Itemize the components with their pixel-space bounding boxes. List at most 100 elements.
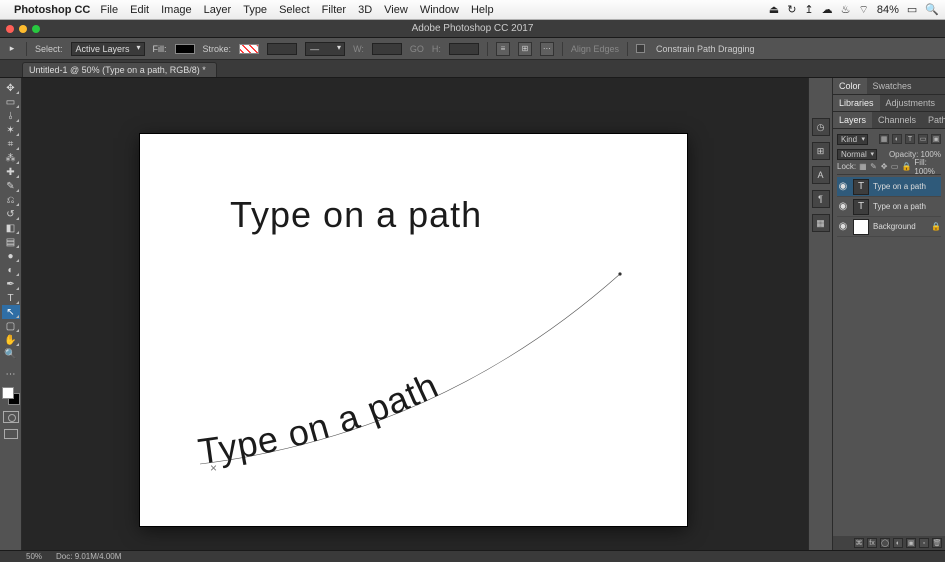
foreground-background-colors[interactable] [2, 387, 20, 405]
adjustment-layer-icon[interactable]: ◐ [893, 538, 903, 548]
healing-tool[interactable]: ✚ [2, 165, 20, 179]
filter-pixel-icon[interactable]: ▦ [879, 134, 889, 144]
tab-paths[interactable]: Paths [922, 112, 945, 128]
menu-view[interactable]: View [384, 4, 408, 16]
marquee-tool[interactable]: ▭ [2, 95, 20, 109]
lock-position-icon[interactable]: ✥ [880, 162, 888, 172]
blur-tool[interactable]: ● [2, 249, 20, 263]
window-minimize-button[interactable] [19, 25, 27, 33]
window-zoom-button[interactable] [32, 25, 40, 33]
gradient-tool[interactable]: ▤ [2, 235, 20, 249]
stroke-width-field[interactable] [267, 43, 297, 55]
menu-layer[interactable]: Layer [204, 4, 232, 16]
visibility-toggle-icon[interactable]: ◉ [837, 221, 849, 232]
wifi-icon[interactable]: ⌔ [859, 3, 869, 17]
path-anchor-point[interactable] [618, 272, 621, 275]
lock-all-icon[interactable]: 🔒 [901, 162, 911, 172]
path-selection-tool[interactable]: ↖ [2, 305, 20, 319]
eraser-tool[interactable]: ◧ [2, 221, 20, 235]
height-field[interactable] [449, 43, 479, 55]
history-panel-icon[interactable]: ◷ [812, 118, 830, 136]
lock-transparency-icon[interactable]: ▦ [859, 162, 867, 172]
zoom-level[interactable]: 50% [26, 552, 42, 561]
layer-name[interactable]: Type on a path [873, 202, 941, 211]
path-arrange-icon[interactable]: ⊞ [518, 42, 532, 56]
link-layers-icon[interactable]: ⌘ [854, 538, 864, 548]
blend-mode-dropdown[interactable]: Normal [837, 149, 877, 160]
cloud-icon[interactable]: ☁ [822, 3, 833, 16]
menu-help[interactable]: Help [471, 4, 494, 16]
move-tool[interactable]: ✥ [2, 81, 20, 95]
screen-mode-icon[interactable] [4, 429, 18, 439]
canvas-area[interactable]: Type on a path Type on a path × [22, 78, 808, 550]
tab-color[interactable]: Color [833, 78, 867, 94]
new-layer-icon[interactable]: ▫ [919, 538, 929, 548]
layer-row[interactable]: ◉ Background 🔒 [837, 217, 941, 237]
menu-filter[interactable]: Filter [322, 4, 346, 16]
app-name[interactable]: Photoshop CC [14, 4, 90, 16]
visibility-toggle-icon[interactable]: ◉ [837, 201, 849, 212]
menu-window[interactable]: Window [420, 4, 459, 16]
layer-mask-icon[interactable]: ◯ [880, 538, 890, 548]
fill-swatch[interactable] [175, 44, 195, 54]
select-dropdown[interactable]: Active Layers [71, 42, 145, 56]
layer-name[interactable]: Type on a path [873, 182, 941, 191]
crop-tool[interactable]: ⌗ [2, 137, 20, 151]
pen-tool[interactable]: ✒ [2, 277, 20, 291]
stamp-tool[interactable]: ⎌ [2, 193, 20, 207]
tab-libraries[interactable]: Libraries [833, 95, 880, 111]
properties-panel-icon[interactable]: ⊞ [812, 142, 830, 160]
layer-filter-kind[interactable]: Kind [837, 134, 868, 145]
layer-name[interactable]: Background [873, 222, 927, 231]
brush-tool[interactable]: ✎ [2, 179, 20, 193]
lasso-tool[interactable]: ⫰ [2, 109, 20, 123]
paragraph-panel-icon[interactable]: ¶ [812, 190, 830, 208]
droplet-icon[interactable]: ♨ [841, 3, 851, 16]
lock-pixels-icon[interactable]: ✎ [870, 162, 878, 172]
spotlight-icon[interactable]: 🔍 [925, 3, 939, 16]
tab-channels[interactable]: Channels [872, 112, 922, 128]
doc-size-info[interactable]: Doc: 9.01M/4.00M [56, 552, 121, 561]
type-tool[interactable]: T [2, 291, 20, 305]
layer-fx-icon[interactable]: fx [867, 538, 877, 548]
layer-row[interactable]: ◉ T Type on a path [837, 197, 941, 217]
menu-type[interactable]: Type [243, 4, 267, 16]
width-field[interactable] [372, 43, 402, 55]
fill-opacity-value[interactable]: 100% [914, 167, 934, 176]
menu-image[interactable]: Image [161, 4, 192, 16]
upload-icon[interactable]: ↥ [804, 3, 813, 16]
eyedropper-tool[interactable]: ⁂ [2, 151, 20, 165]
lock-artboard-icon[interactable]: ▭ [891, 162, 899, 172]
zoom-tool[interactable]: 🔍 [2, 347, 20, 361]
stroke-swatch[interactable] [239, 44, 259, 54]
window-close-button[interactable] [6, 25, 14, 33]
constrain-checkbox[interactable] [636, 44, 645, 53]
dodge-tool[interactable]: ◐ [2, 263, 20, 277]
history-brush-tool[interactable]: ↺ [2, 207, 20, 221]
quick-select-tool[interactable]: ✶ [2, 123, 20, 137]
filter-shape-icon[interactable]: ▭ [918, 134, 928, 144]
filter-type-icon[interactable]: T [905, 134, 915, 144]
filter-adjust-icon[interactable]: ◐ [892, 134, 902, 144]
document-tab[interactable]: Untitled-1 @ 50% (Type on a path, RGB/8)… [22, 62, 217, 77]
edit-toolbar[interactable]: ⋯ [2, 367, 20, 381]
group-icon[interactable]: ▣ [906, 538, 916, 548]
hand-tool[interactable]: ✋ [2, 333, 20, 347]
visibility-toggle-icon[interactable]: ◉ [837, 181, 849, 192]
tool-preset-icon[interactable]: ▸ [6, 43, 18, 55]
path-align-icon[interactable]: ≡ [496, 42, 510, 56]
eject-icon[interactable]: ⏏ [769, 3, 779, 16]
menu-select[interactable]: Select [279, 4, 310, 16]
stroke-style-dropdown[interactable]: — [305, 42, 345, 56]
tab-swatches[interactable]: Swatches [867, 78, 918, 94]
quick-mask-icon[interactable] [3, 411, 19, 423]
actions-panel-icon[interactable]: ▦ [812, 214, 830, 232]
sync-icon[interactable]: ↻ [787, 3, 796, 16]
shape-tool[interactable]: ▢ [2, 319, 20, 333]
path-options-icon[interactable]: ⋯ [540, 42, 554, 56]
menu-edit[interactable]: Edit [130, 4, 149, 16]
character-panel-icon[interactable]: A [812, 166, 830, 184]
battery-icon[interactable]: ▭ [907, 3, 917, 16]
canvas-text-on-path[interactable]: Type on a path [196, 364, 445, 472]
tab-adjustments[interactable]: Adjustments [880, 95, 942, 111]
